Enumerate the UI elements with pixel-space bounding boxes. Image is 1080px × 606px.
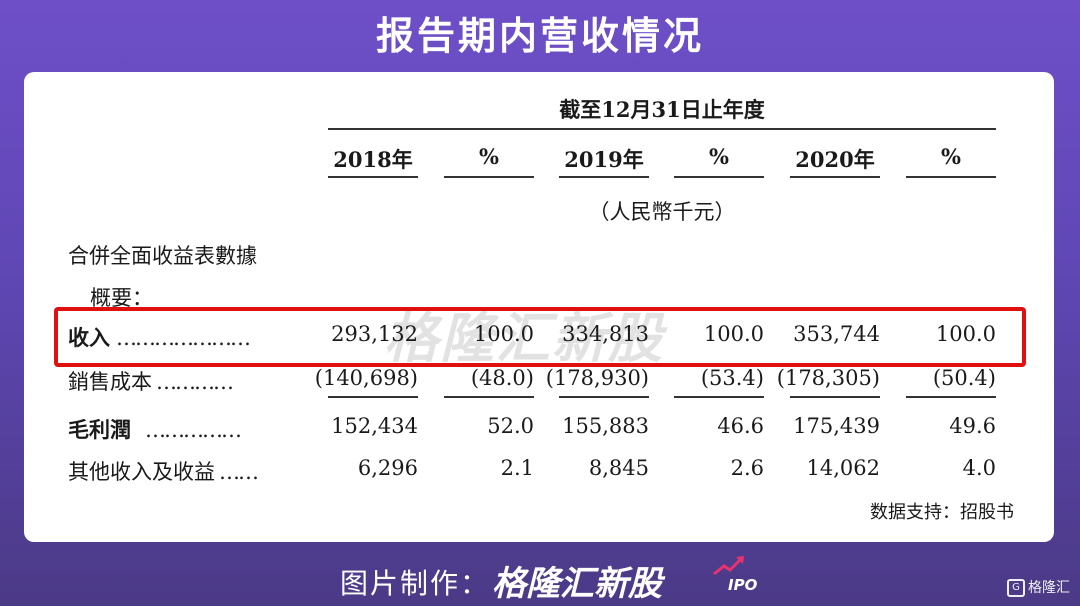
- table-cell: 49.6: [949, 414, 996, 438]
- trend-arrow-icon: [713, 556, 744, 576]
- footer-brand: 格隆汇新股: [492, 564, 662, 604]
- table-cell: 4.0: [962, 456, 996, 480]
- col-header-pct-2018: %: [479, 144, 499, 169]
- footer-credit: 图片制作： 格隆汇新股 IPO: [0, 554, 1080, 606]
- row-label-gross-profit: 毛利潤……………: [68, 417, 242, 442]
- table-cell: (53.4): [700, 366, 764, 390]
- table-cell: (178,930): [545, 366, 649, 390]
- col-underline-2018: [328, 176, 418, 178]
- table-cell: 175,439: [793, 414, 880, 438]
- footer-ipo: IPO: [728, 576, 758, 594]
- col-underline-2020: [790, 176, 880, 178]
- table-cell: 14,062: [806, 456, 880, 480]
- footer-label: 图片制作：: [340, 567, 491, 600]
- table-cell: 155,883: [562, 414, 649, 438]
- table-cell: 2.1: [500, 456, 534, 480]
- table-cell: (178,305): [776, 366, 880, 390]
- row-underline-pct-2018: [444, 396, 534, 398]
- corner-logo-text: 格隆汇: [1028, 580, 1070, 596]
- col-header-2020: 2020年: [795, 147, 875, 172]
- col-underline-2019: [559, 176, 649, 178]
- source-note: 数据支持：招股书: [870, 502, 1014, 523]
- row-underline-pct-2020: [906, 396, 996, 398]
- table-cell: 46.6: [717, 414, 764, 438]
- revenue-highlight-box: [54, 307, 1026, 367]
- corner-logo: G 格隆汇: [1007, 577, 1070, 597]
- col-underline-pct-2019: [674, 176, 764, 178]
- table-cell: (140,698): [314, 366, 418, 390]
- table-cell: (48.0): [470, 366, 534, 390]
- col-underline-pct-2018: [444, 176, 534, 178]
- table-cell: 152,434: [331, 414, 418, 438]
- section-title: 合併全面收益表數據: [68, 244, 257, 268]
- row-underline-pct-2019: [674, 396, 764, 398]
- col-underline-pct-2020: [906, 176, 996, 178]
- table-cell: (50.4): [932, 366, 996, 390]
- period-header: 截至12月31日止年度: [559, 97, 765, 122]
- period-header-underline: [328, 128, 996, 130]
- col-header-2018: 2018年: [333, 147, 413, 172]
- col-header-pct-2020: %: [941, 144, 961, 169]
- page-title: 报告期内营收情况: [375, 14, 704, 58]
- financial-table-card: 截至12月31日止年度 2018年 % 2019年 % 2020年 % （人民幣…: [24, 72, 1054, 542]
- col-header-pct-2019: %: [709, 144, 729, 169]
- row-label-cost-of-sales: 銷售成本…………: [68, 370, 234, 394]
- table-cell: 6,296: [357, 456, 418, 480]
- row-underline-2019: [559, 396, 649, 398]
- unit-label: （人民幣千元）: [588, 200, 736, 224]
- logo-icon: G: [1007, 579, 1025, 597]
- row-label-other-income: 其他收入及收益……: [68, 460, 259, 484]
- row-underline-2020: [790, 396, 880, 398]
- table-cell: 8,845: [588, 456, 649, 480]
- col-header-2019: 2019年: [564, 147, 644, 172]
- row-underline-2018: [328, 396, 418, 398]
- table-cell: 2.6: [730, 456, 764, 480]
- table-cell: 52.0: [487, 414, 534, 438]
